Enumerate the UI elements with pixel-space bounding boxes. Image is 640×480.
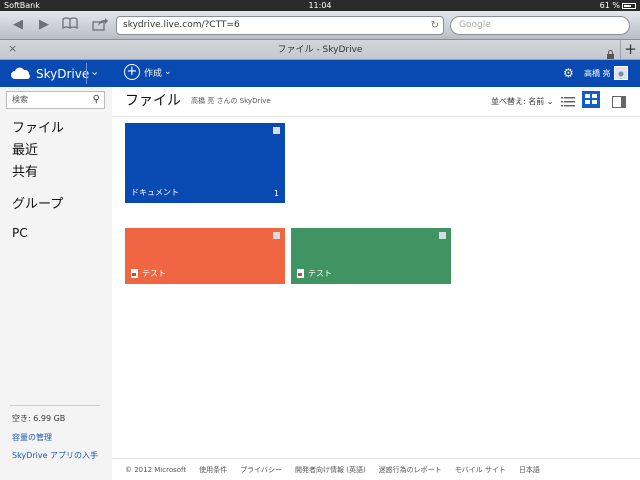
tile-label: ドキュメント [131,187,179,198]
footer-link-mobile[interactable]: モバイル サイト [455,465,506,475]
lock-icon [607,44,614,59]
file-tile[interactable]: テスト [125,228,285,284]
sort-dropdown[interactable]: 並べ替え: 名前 ⌄ [491,96,554,107]
tab-title[interactable]: ファイル - SkyDrive [0,40,640,60]
browser-toolbar: ◀ ▶ skydrive.live.com/?CTT=6 ↻ Google [0,11,640,40]
app-header: SkyDrive ⌄ + 作成 ⌄ ⚙ 高橋 亮 [0,60,640,87]
cloud-icon [11,67,30,79]
document-icon [131,269,138,278]
clock: 11:04 [308,1,332,10]
storage-quota: 空き: 6.99 GB [12,414,66,423]
reload-icon[interactable]: ↻ [431,17,439,34]
page-title: ファイル [125,93,181,109]
chevron-down-icon: ⌄ [164,67,172,77]
back-icon[interactable]: ◀ [10,17,26,33]
sidebar-item-pc[interactable]: PC [12,226,28,240]
footer-link-privacy[interactable]: プライバシー [240,465,282,475]
gear-icon[interactable]: ⚙ [563,66,574,80]
brand-name: SkyDrive [36,66,90,81]
sidebar-item-groups[interactable]: グループ [12,193,63,212]
select-checkbox[interactable] [273,232,280,239]
page-subtitle: 高橋 亮 さんの SkyDrive [191,97,271,105]
sidebar-item-files[interactable]: ファイル [12,117,64,136]
document-icon [297,269,304,278]
sidebar-divider [10,405,100,406]
battery-level: 61 % [599,1,620,10]
manage-storage-link[interactable]: 容量の管理 [12,432,52,443]
footer-link-terms[interactable]: 使用条件 [199,465,227,475]
url-text: skydrive.live.com/?CTT=6 [123,20,240,30]
battery-icon [622,2,636,9]
avatar[interactable] [614,66,628,80]
file-name: テスト [308,269,332,278]
create-label: 作成 [144,68,163,79]
create-button[interactable]: + 作成 ⌄ [124,64,172,80]
bookmarks-icon[interactable] [62,17,78,33]
search-placeholder: Google [459,20,491,30]
thumbnail-view-icon[interactable] [582,91,600,108]
skydrive-logo[interactable]: SkyDrive [10,60,89,87]
sidebar: 検索 ⚲ ファイル 最近 共有 グループ PC 空き: 6.99 GB 容量の管… [0,87,112,480]
search-icon[interactable]: ⚲ [93,92,100,108]
item-count: 1 [273,189,279,198]
footer-link-developers[interactable]: 開発者向け情報 (英語) [295,465,366,475]
select-checkbox[interactable] [439,232,446,239]
sidebar-item-shared[interactable]: 共有 [12,161,38,180]
footer: © 2012 Microsoft 使用条件 プライバシー 開発者向け情報 (英語… [112,458,640,480]
search-label: 検索 [12,95,28,104]
file-name: テスト [142,269,166,278]
list-view-icon[interactable] [561,93,577,107]
folder-name: ドキュメント [131,188,179,197]
new-tab-button[interactable]: + [620,40,640,60]
footer-copyright: © 2012 Microsoft [125,465,187,474]
chevron-down-icon: ⌄ [546,97,554,106]
footer-link-language[interactable]: 日本語 [519,465,540,475]
header-divider [86,63,87,84]
tab-bar: × ファイル - SkyDrive + [0,40,640,60]
forward-icon[interactable]: ▶ [36,17,52,33]
folder-tile[interactable]: ドキュメント 1 [125,123,285,203]
sidebar-search-input[interactable]: 検索 ⚲ [6,91,105,109]
search-input[interactable]: Google [450,16,630,35]
person-icon [618,71,624,79]
footer-link-report-abuse[interactable]: 迷惑行為のレポート [379,465,442,475]
get-app-link[interactable]: SkyDrive アプリの入手 [12,450,102,461]
select-checkbox[interactable] [273,127,280,134]
tile-label: テスト [131,268,166,279]
battery-indicator: 61 % [600,0,636,11]
user-name[interactable]: 高橋 亮 [584,60,611,87]
content-divider [112,116,640,117]
details-pane-icon[interactable] [612,93,628,108]
sidebar-item-recent[interactable]: 最近 [12,139,38,158]
sort-label: 並べ替え: 名前 [491,97,545,106]
share-icon[interactable] [92,17,108,33]
chevron-down-icon[interactable]: ⌄ [90,65,99,78]
add-icon: + [124,64,140,80]
file-tile[interactable]: テスト [291,228,451,284]
status-bar: SoftBank 11:04 61 % [0,0,640,11]
address-bar[interactable]: skydrive.live.com/?CTT=6 ↻ [116,16,444,35]
tile-label: テスト [297,268,332,279]
